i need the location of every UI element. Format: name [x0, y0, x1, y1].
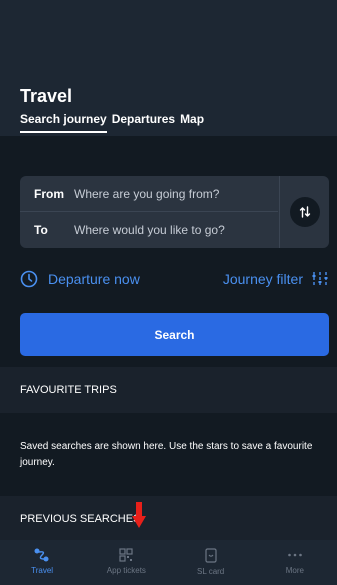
nav-more[interactable]: More	[253, 540, 337, 585]
departure-label: Departure now	[48, 271, 140, 287]
from-input[interactable]: Where are you going from?	[60, 187, 219, 201]
page-title: Travel	[20, 86, 73, 106]
nav-more-label: More	[285, 566, 304, 575]
tab-bar: Search journey Departures Map	[20, 112, 204, 133]
nav-travel-label: Travel	[31, 566, 54, 575]
search-button[interactable]: Search	[20, 313, 329, 356]
qr-code-icon	[119, 548, 133, 562]
more-dots-icon	[288, 553, 302, 557]
from-field[interactable]: From Where are you going from?	[20, 176, 278, 212]
departure-time-button[interactable]: Departure now	[20, 270, 140, 288]
travel-icon	[34, 548, 49, 562]
nav-travel[interactable]: Travel	[0, 540, 84, 585]
filter-sliders-icon	[312, 272, 328, 286]
journey-filter-label: Journey filter	[222, 271, 303, 287]
card-icon	[205, 548, 217, 563]
favourite-trips-empty-text: Saved searches are shown here. Use the s…	[20, 441, 313, 468]
swap-area	[279, 176, 329, 248]
from-label: From	[34, 186, 64, 201]
tab-search-journey[interactable]: Search journey	[20, 112, 107, 133]
nav-app-tickets[interactable]: App tickets	[84, 540, 168, 585]
nav-sl-card[interactable]: SL card	[169, 540, 253, 585]
bottom-nav: Travel App tickets SL card More	[0, 540, 337, 585]
clock-icon	[20, 270, 38, 288]
tab-departures[interactable]: Departures	[112, 112, 175, 133]
nav-app-tickets-label: App tickets	[106, 566, 146, 575]
header: Travel Search journey Departures Map	[0, 0, 337, 136]
previous-searches-heading: PREVIOUS SEARCHES	[0, 496, 337, 542]
nav-sl-card-label: SL card	[196, 567, 225, 576]
favourite-trips-heading: FAVOURITE TRIPS	[0, 367, 337, 413]
red-arrow-annotation	[132, 502, 146, 528]
swap-arrows-icon	[299, 206, 310, 218]
journey-form: From Where are you going from? To Where …	[20, 176, 329, 248]
journey-filter-button[interactable]: Journey filter	[223, 270, 329, 288]
swap-button[interactable]	[289, 197, 320, 227]
to-field[interactable]: To Where would you like to go?	[20, 212, 278, 248]
to-label: To	[34, 223, 48, 237]
search-options: Departure now Journey filter	[20, 270, 329, 292]
tab-map[interactable]: Map	[180, 112, 204, 133]
to-input[interactable]: Where would you like to go?	[60, 223, 225, 237]
